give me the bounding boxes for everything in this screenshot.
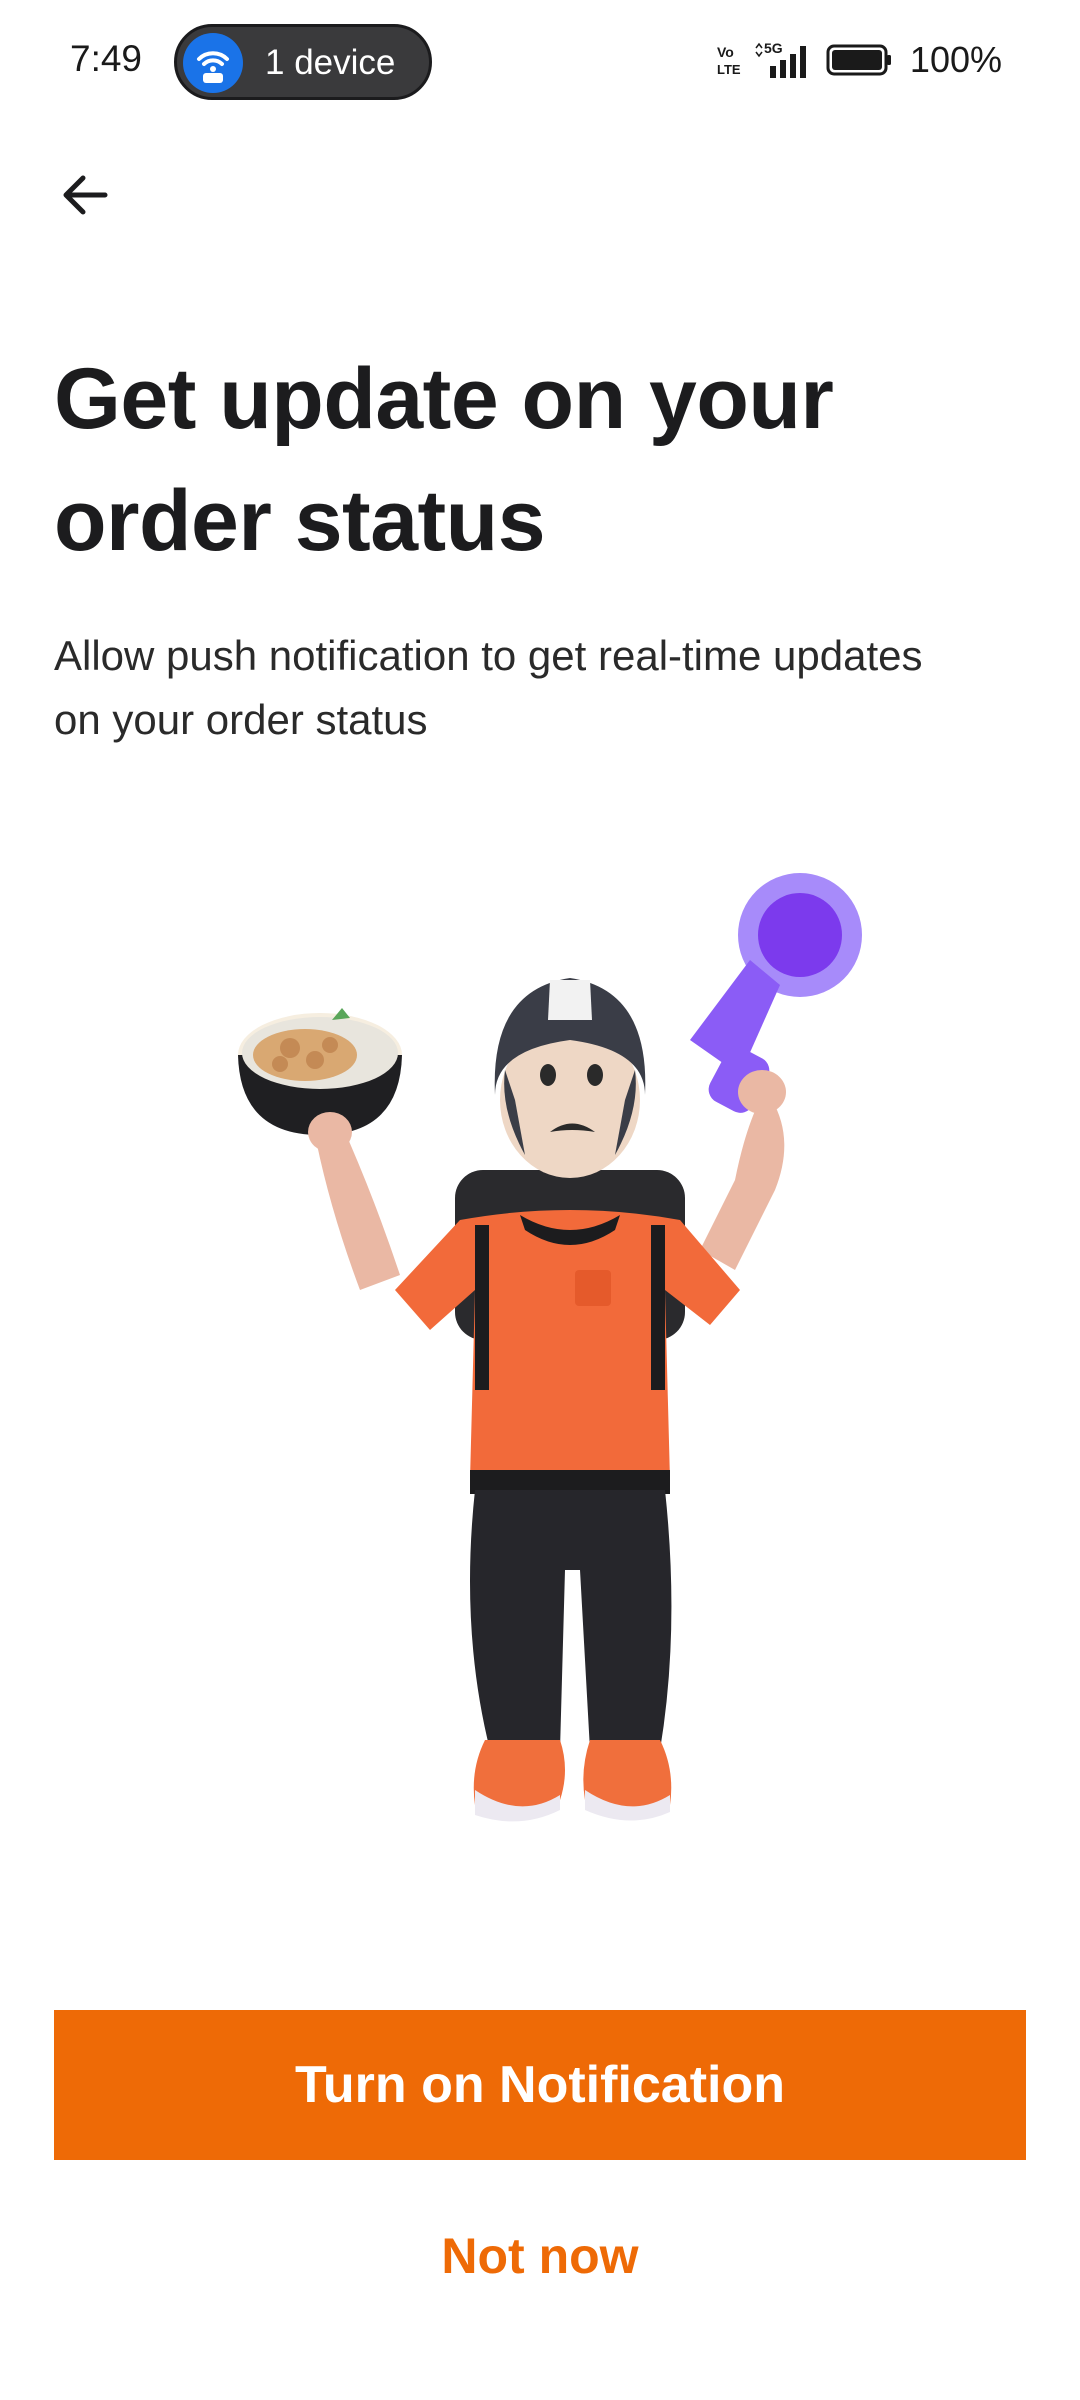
back-button[interactable] [50, 160, 120, 230]
status-time: 7:49 [70, 38, 143, 79]
page-title: Get update on your order status [54, 351, 834, 569]
hotspot-icon [183, 33, 243, 93]
not-now-button[interactable]: Not now [340, 2218, 740, 2294]
turn-on-notification-button[interactable]: Turn on Notification [54, 2010, 1026, 2160]
hotspot-label: 1 device [265, 43, 396, 82]
rider-head [494, 978, 646, 1178]
battery-percentage: 100% [909, 39, 1002, 80]
page-subtitle: Allow push notification to get real-time… [54, 632, 923, 743]
svg-text:LTE: LTE [717, 62, 741, 77]
svg-text:5G: 5G [764, 40, 783, 56]
status-icons: Vo LTE 5G 100% [716, 30, 1002, 90]
signal-5g-icon: 5G [755, 40, 806, 78]
arrow-left-icon [63, 175, 108, 215]
battery-icon [826, 44, 891, 76]
volte-icon: Vo LTE [717, 44, 741, 77]
shoes [473, 1740, 672, 1822]
hotspot-indicator[interactable]: 1 device [174, 24, 432, 100]
status-bar: 7:49 1 device Vo LTE 5G 100% [0, 0, 1080, 124]
delivery-person-illustration [238, 873, 862, 1822]
svg-text:Vo: Vo [717, 44, 734, 60]
